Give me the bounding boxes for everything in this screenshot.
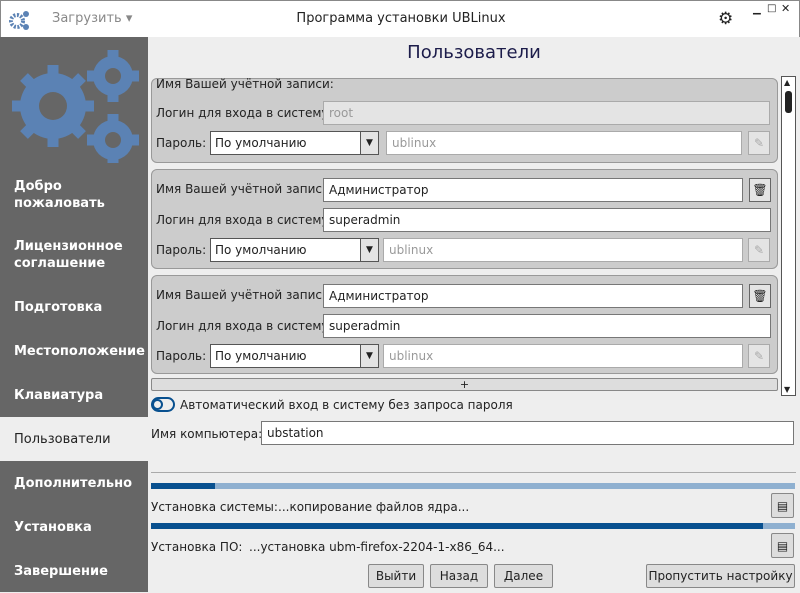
back-button[interactable]: Назад (430, 564, 488, 588)
password-mode-select[interactable]: По умолчанию ▼ (210, 344, 379, 368)
sidebar-item-install[interactable]: Установка (0, 505, 148, 549)
user-card-root: Имя Вашей учётной записи: Логин для вход… (151, 77, 778, 163)
software-install-label: Установка ПО: (151, 540, 243, 554)
scrollbar-thumb[interactable] (785, 91, 792, 113)
add-user-button[interactable]: + (151, 378, 778, 391)
account-name-label: Имя Вашей учётной записи: (156, 182, 334, 196)
password-mode-value: По умолчанию (215, 349, 307, 363)
password-label: Пароль: (156, 349, 207, 363)
system-install-label: Установка системы: (151, 500, 278, 514)
scroll-up-icon[interactable]: ▲ (784, 78, 790, 87)
login-label: Логин для входа в систему: (156, 213, 333, 227)
account-name-input[interactable]: Администратор (323, 284, 743, 308)
pencil-icon: ✎ (753, 136, 765, 150)
system-log-button[interactable]: ▤ (771, 493, 794, 518)
account-name-label: Имя Вашей учётной записи: (156, 288, 334, 302)
sidebar-item-finish[interactable]: Завершение (0, 549, 148, 593)
sidebar-item-keyboard[interactable]: Клавиатура (0, 373, 148, 417)
delete-user-button[interactable]: 🗑 (749, 284, 771, 308)
sidebar-item-welcome[interactable]: Добро пожаловать (0, 173, 148, 217)
scrollbar[interactable]: ▲ ▼ (781, 76, 796, 396)
software-install-status: ...установка ubm-firefox-2204-1-x86_64..… (249, 540, 505, 554)
login-label: Логин для входа в систему: (156, 319, 333, 333)
scroll-down-icon[interactable]: ▼ (784, 385, 790, 394)
password-input[interactable]: ublinux (383, 238, 743, 262)
gears-logo-icon (12, 50, 139, 163)
password-mode-value: По умолчанию (215, 136, 307, 150)
pencil-icon: ✎ (753, 243, 765, 257)
password-mode-select[interactable]: По умолчанию ▼ (210, 131, 379, 155)
account-name-input[interactable]: Администратор (323, 178, 743, 202)
minimize-icon[interactable]: ▁ (753, 4, 761, 15)
password-label: Пароль: (156, 136, 207, 150)
password-mode-value: По умолчанию (215, 243, 307, 257)
sidebar: Добро пожаловать Лицензионное соглашение… (0, 37, 148, 592)
sidebar-item-users[interactable]: Пользователи (0, 417, 148, 461)
system-progress-bar (151, 483, 795, 489)
autologin-toggle[interactable] (151, 397, 175, 412)
trash-icon: 🗑 (752, 183, 768, 197)
sidebar-item-license[interactable]: Лицензионное соглашение (0, 233, 148, 277)
delete-user-button[interactable]: 🗑 (749, 178, 771, 202)
gear-icon[interactable]: ⚙ (718, 9, 733, 29)
chevron-down-icon: ▼ (360, 345, 378, 367)
sidebar-item-location[interactable]: Местоположение (0, 329, 148, 373)
password-mode-select[interactable]: По умолчанию ▼ (210, 238, 379, 262)
pencil-icon: ✎ (753, 349, 765, 363)
close-icon[interactable]: ✕ (781, 2, 790, 15)
toggle-knob (152, 399, 163, 410)
sidebar-item-preparation[interactable]: Подготовка (0, 285, 148, 329)
software-progress-bar (151, 523, 795, 529)
progress-fill (151, 523, 763, 529)
log-icon: ▤ (776, 498, 789, 513)
edit-password-button[interactable]: ✎ (748, 344, 770, 368)
window-title: Программа установки UBLinux (296, 11, 506, 26)
progress-fill (151, 483, 216, 489)
login-input[interactable]: superadmin (323, 314, 771, 338)
skip-setup-button[interactable]: Пропустить настройку (646, 564, 795, 588)
login-label: Логин для входа в систему: (156, 106, 333, 120)
log-icon: ▤ (776, 538, 789, 553)
software-log-button[interactable]: ▤ (771, 533, 794, 558)
edit-password-button[interactable]: ✎ (748, 238, 770, 262)
maximize-icon[interactable]: □ (767, 3, 776, 14)
sidebar-item-additional[interactable]: Дополнительно (0, 461, 148, 505)
title-bar: Загрузить ▾ Программа установки UBLinux … (0, 0, 800, 37)
trash-icon: 🗑 (752, 289, 768, 303)
next-button[interactable]: Далее (494, 564, 553, 588)
user-card: Имя Вашей учётной записи: Администратор … (151, 169, 778, 269)
system-install-status: ...копирование файлов ядра... (278, 500, 470, 514)
account-name-label: Имя Вашей учётной записи: (156, 77, 334, 91)
divider (151, 472, 796, 473)
user-card: Имя Вашей учётной записи: Администратор … (151, 275, 778, 374)
password-label: Пароль: (156, 243, 207, 257)
chevron-down-icon: ▼ (360, 239, 378, 261)
edit-password-button[interactable]: ✎ (748, 131, 770, 155)
password-input[interactable]: ublinux (383, 344, 743, 368)
password-input[interactable]: ublinux (386, 131, 742, 155)
login-input[interactable]: superadmin (323, 208, 771, 232)
page-title: Пользователи (407, 42, 541, 63)
exit-button[interactable]: Выйти (368, 564, 424, 588)
login-input[interactable]: root (323, 101, 770, 125)
autologin-label: Автоматический вход в систему без запрос… (180, 398, 513, 412)
computer-name-input[interactable]: ubstation (261, 421, 794, 445)
computer-name-label: Имя компьютера: (151, 427, 263, 441)
chevron-down-icon: ▼ (360, 132, 378, 154)
